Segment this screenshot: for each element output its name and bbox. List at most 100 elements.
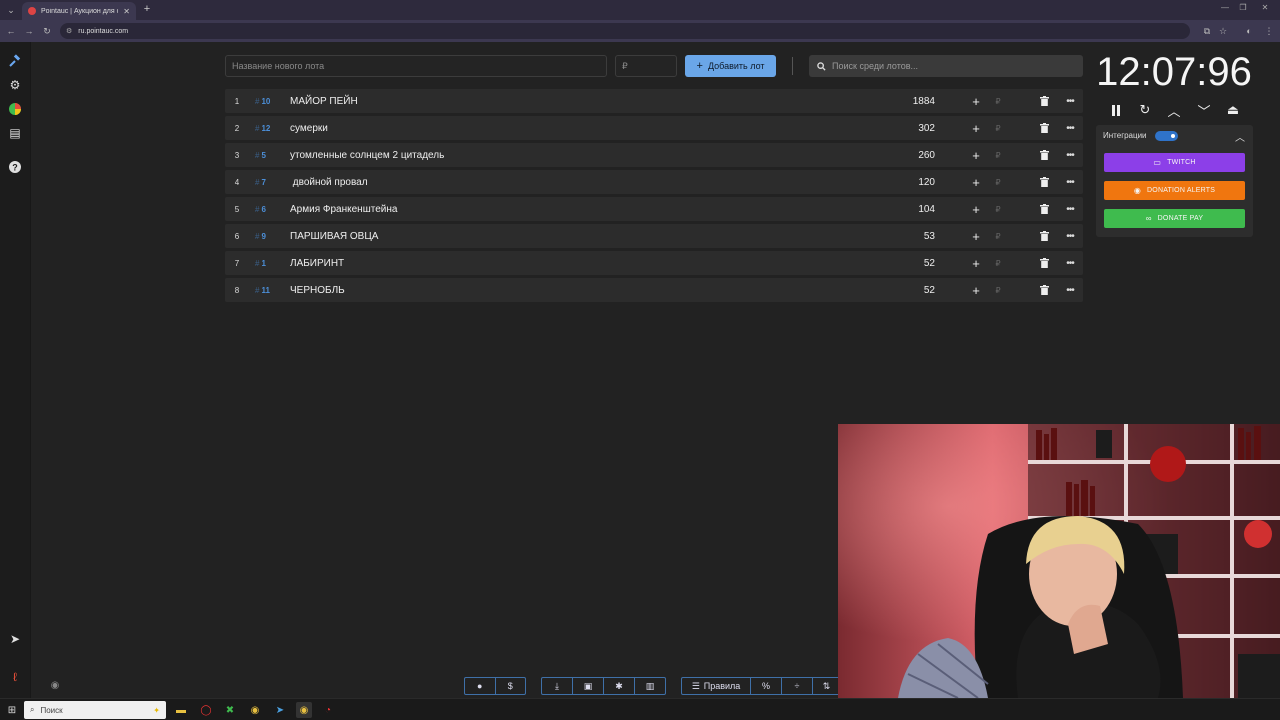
help-question-icon[interactable]: ? (6, 158, 24, 176)
new-tab-icon[interactable]: + (140, 2, 154, 16)
lot-row[interactable]: 5 #6 Армия Франкенштейна 104 + ₽ ••• (225, 197, 1083, 221)
add-amount-icon[interactable]: + (970, 121, 982, 136)
lot-row[interactable]: 4 #7 двойной провал 120 + ₽ ••• (225, 170, 1083, 194)
integrations-toggle[interactable] (1155, 131, 1178, 141)
lot-name[interactable]: утомленные солнцем 2 цитадель (290, 150, 444, 161)
lot-row[interactable]: 8 #11 ЧЕРНОБЛЬ 52 + ₽ ••• (225, 278, 1083, 302)
pause-icon[interactable] (1108, 102, 1124, 118)
maximize-icon[interactable]: ❐ (1236, 3, 1250, 12)
lot-add-amount-currency[interactable]: ₽ (993, 259, 1003, 268)
telegram-taskbar-icon[interactable]: ➤ (272, 702, 288, 718)
wheel-chart-icon[interactable] (6, 100, 24, 118)
add-amount-icon[interactable]: + (970, 175, 982, 190)
obs-icon[interactable]: ◔ (320, 702, 336, 718)
lot-amount[interactable]: 52 (895, 285, 935, 296)
chrome-icon[interactable]: ◉ (247, 702, 263, 718)
lot-amount[interactable]: 104 (895, 204, 935, 215)
more-options-icon[interactable]: ••• (1063, 177, 1077, 188)
lot-fast-id[interactable]: #7 (255, 178, 279, 187)
more-options-icon[interactable]: ••• (1063, 150, 1077, 161)
minimize-icon[interactable]: — (1218, 3, 1232, 12)
delete-trash-icon[interactable] (1040, 123, 1050, 133)
more-options-icon[interactable]: ••• (1063, 231, 1077, 242)
lot-add-amount-currency[interactable]: ₽ (993, 232, 1003, 241)
new-lot-amount-input[interactable]: ₽ (615, 55, 677, 77)
lot-name[interactable]: ЛАБИРИНТ (290, 258, 344, 269)
lot-add-amount-currency[interactable]: ₽ (993, 178, 1003, 187)
browser-tab[interactable]: Pointauc | Аукцион для стрима ✕ (22, 2, 136, 20)
twitch-button[interactable]: ▭ TWITCH (1104, 153, 1245, 172)
bookmark-star-icon[interactable]: ☆ (1216, 24, 1230, 38)
add-time-up-icon[interactable]: ︿ (1166, 102, 1182, 119)
start-windows-icon[interactable]: ⊞ (4, 702, 20, 718)
lot-row[interactable]: 3 #5 утомленные солнцем 2 цитадель 260 + ₽ ••• (225, 143, 1083, 167)
new-lot-name-input[interactable]: Название нового лота (225, 55, 607, 77)
lot-amount[interactable]: 120 (895, 177, 935, 188)
split-icon[interactable]: ÷ (782, 678, 813, 694)
delete-trash-icon[interactable] (1040, 204, 1050, 214)
lot-add-amount-currency[interactable]: ₽ (993, 151, 1003, 160)
lot-row[interactable]: 6 #9 ПАРШИВАЯ ОВЦА 53 + ₽ ••• (225, 224, 1083, 248)
lot-add-amount-currency[interactable]: ₽ (993, 97, 1003, 106)
url-field[interactable]: ⚙ ru.pointauc.com (60, 23, 1190, 39)
download-icon[interactable]: ⤓ (542, 678, 573, 694)
add-amount-icon[interactable]: + (970, 202, 982, 217)
file-explorer-icon[interactable]: ▬ (173, 702, 189, 718)
more-options-icon[interactable]: ••• (1063, 204, 1077, 215)
lot-search-input[interactable]: Поиск среди лотов... (809, 55, 1083, 77)
bug-report-icon[interactable]: ✱ (604, 678, 635, 694)
visibility-eye-icon[interactable]: ◉ (46, 676, 64, 694)
lot-name[interactable]: МАЙОР ПЕЙН (290, 96, 358, 107)
lot-row[interactable]: 2 #12 сумерки 302 + ₽ ••• (225, 116, 1083, 140)
add-amount-icon[interactable]: + (970, 256, 982, 271)
telegram-icon[interactable]: ➤ (6, 630, 24, 648)
auction-hammer-icon[interactable] (6, 52, 24, 70)
lot-name[interactable]: ПАРШИВАЯ ОВЦА (290, 231, 378, 242)
history-clipboard-icon[interactable]: ▤ (6, 124, 24, 142)
lot-amount[interactable]: 302 (895, 123, 935, 134)
reload-icon[interactable]: ↻ (40, 24, 54, 38)
settings-gear-icon[interactable]: ⚙ (6, 76, 24, 94)
tab-search-icon[interactable]: ⌄ (4, 3, 18, 17)
donation-alerts-button[interactable]: ◉ DONATION ALERTS (1104, 181, 1245, 200)
more-options-icon[interactable]: ••• (1063, 258, 1077, 269)
lot-name[interactable]: ЧЕРНОБЛЬ (290, 285, 345, 296)
lot-fast-id[interactable]: #10 (255, 97, 279, 106)
add-amount-icon[interactable]: + (970, 283, 982, 298)
lot-amount[interactable]: 53 (895, 231, 935, 242)
taskbar-search-input[interactable]: ⌕ Поиск ✦ (24, 701, 166, 719)
lot-name[interactable]: Армия Франкенштейна (290, 204, 397, 215)
chevron-up-icon[interactable]: ︿ (1235, 129, 1245, 144)
rules-button[interactable]: ☰ Правила (682, 678, 751, 694)
delete-trash-icon[interactable] (1040, 177, 1050, 187)
add-amount-icon[interactable]: + (970, 148, 982, 163)
translate-icon[interactable]: ⧉ (1200, 24, 1214, 38)
delete-trash-icon[interactable] (1040, 258, 1050, 268)
site-info-icon[interactable]: ⚙ (66, 27, 72, 35)
opera-icon[interactable]: ◯ (198, 702, 214, 718)
lot-row[interactable]: 1 #10 МАЙОР ПЕЙН 1884 + ₽ ••• (225, 89, 1083, 113)
brand-logo-icon[interactable]: ℓ (6, 668, 24, 686)
github-icon[interactable]: ● (465, 678, 496, 694)
lot-add-amount-currency[interactable]: ₽ (993, 124, 1003, 133)
close-tab-icon[interactable]: ✕ (123, 7, 130, 16)
add-amount-icon[interactable]: + (970, 229, 982, 244)
lot-fast-id[interactable]: #1 (255, 259, 279, 268)
lot-add-amount-currency[interactable]: ₽ (993, 286, 1003, 295)
browser-menu-icon[interactable]: ⋮ (1262, 24, 1276, 38)
lot-fast-id[interactable]: #12 (255, 124, 279, 133)
lot-row[interactable]: 7 #1 ЛАБИРИНТ 52 + ₽ ••• (225, 251, 1083, 275)
donate-pay-button[interactable]: ∞ DONATE PAY (1104, 209, 1245, 228)
donate-dollar-button[interactable]: $ (496, 678, 526, 694)
more-options-icon[interactable]: ••• (1063, 96, 1077, 107)
extensions-icon[interactable]: ◐ (1242, 24, 1256, 38)
add-lot-button[interactable]: + Добавить лот (685, 55, 776, 77)
lot-name[interactable]: двойной провал (290, 177, 368, 188)
lot-fast-id[interactable]: #6 (255, 205, 279, 214)
lot-fast-id[interactable]: #5 (255, 151, 279, 160)
chrome-active-icon[interactable]: ◉ (296, 702, 312, 718)
delete-trash-icon[interactable] (1040, 96, 1050, 106)
lot-add-amount-currency[interactable]: ₽ (993, 205, 1003, 214)
back-icon[interactable]: ← (4, 24, 18, 38)
more-options-icon[interactable]: ••• (1063, 285, 1077, 296)
